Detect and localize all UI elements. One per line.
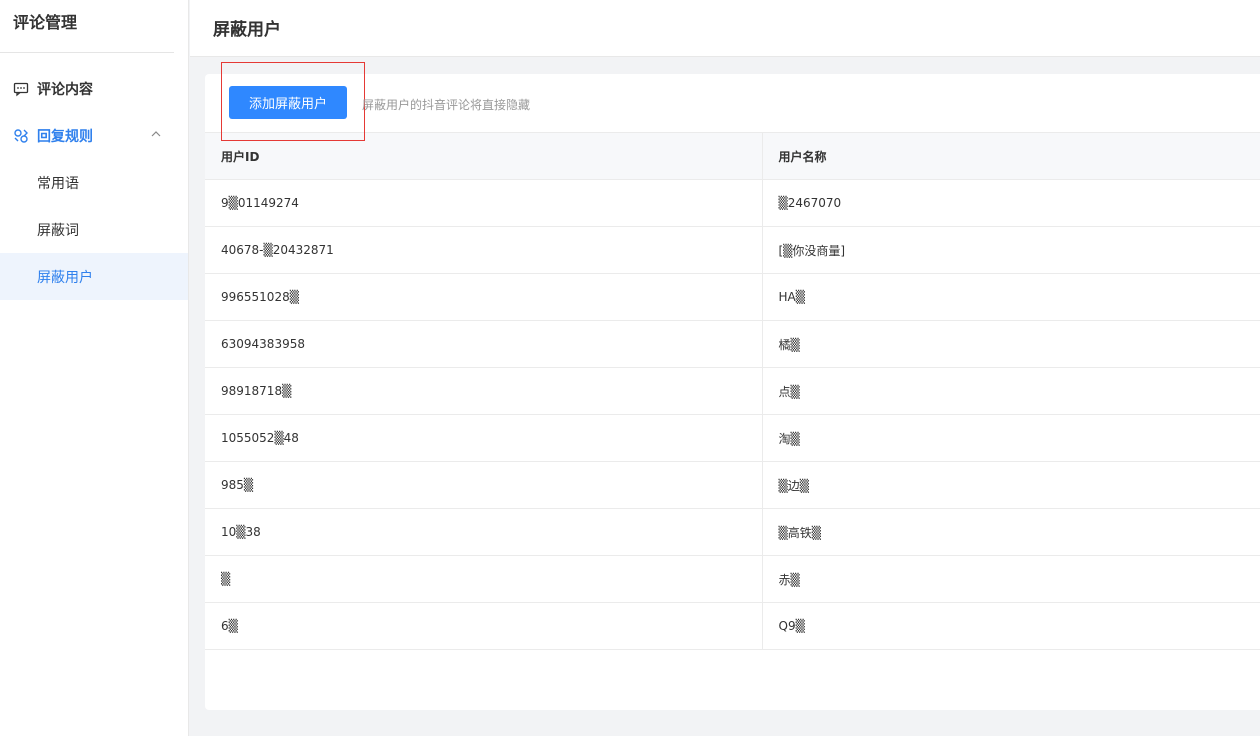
user-id-cell: 63094383958 (205, 320, 763, 368)
table-row: 9▒01149274 ▒2467070 (205, 179, 1260, 227)
table-header-row: 用户ID 用户名称 (205, 132, 1260, 180)
sidebar-menu: 评论内容 回复规则 常用语 屏蔽词 屏蔽用户 (0, 65, 188, 300)
table-row: 63094383958 橘▒ (205, 320, 1260, 368)
sidebar-item-label: 常用语 (37, 175, 79, 192)
user-id-cell: 996551028▒ (205, 273, 763, 321)
table-row: 40678-▒20432871 [▒你没商量] (205, 226, 1260, 274)
user-name-cell: ▒高铁▒ (762, 508, 1260, 556)
content-card: 添加屏蔽用户 屏蔽用户的抖音评论将直接隐藏 用户ID 用户名称 9▒011492… (205, 62, 1260, 710)
table-row: 10▒38 ▒高铁▒ (205, 508, 1260, 556)
user-name-cell: HA▒ (762, 273, 1260, 321)
page-header: 屏蔽用户 (190, 0, 1260, 57)
column-header-user-id: 用户ID (205, 132, 763, 180)
user-id-cell: 985▒ (205, 461, 763, 509)
toolbar: 添加屏蔽用户 屏蔽用户的抖音评论将直接隐藏 (205, 62, 1260, 141)
table-row: 996551028▒ HA▒ (205, 273, 1260, 321)
user-name-cell: Q9▒ (762, 602, 1260, 650)
sidebar-item-label: 回复规则 (37, 128, 93, 145)
user-id-cell: 6▒ (205, 602, 763, 650)
add-blocked-user-button[interactable]: 添加屏蔽用户 (229, 86, 347, 119)
sidebar-item-blocked-users[interactable]: 屏蔽用户 (0, 253, 188, 300)
user-name-cell: 赤▒ (762, 555, 1260, 603)
user-name-cell: ▒边▒ (762, 461, 1260, 509)
sidebar-item-label: 评论内容 (37, 81, 93, 98)
page-title: 屏蔽用户 (213, 20, 281, 40)
table-row: 98918718▒ 点▒ (205, 367, 1260, 415)
sidebar-item-comment-content[interactable]: 评论内容 (0, 65, 188, 112)
sidebar-title: 评论管理 (0, 0, 174, 53)
user-name-cell: [▒你没商量] (762, 226, 1260, 274)
sidebar: 评论管理 评论内容 回复规则 常用语 屏蔽词 屏蔽用户 (0, 0, 189, 736)
user-id-cell: ▒ (205, 555, 763, 603)
table-row: 985▒ ▒边▒ (205, 461, 1260, 509)
hint-text: 屏蔽用户的抖音评论将直接隐藏 (362, 98, 531, 112)
user-name-cell: 淘▒ (762, 414, 1260, 462)
sidebar-item-common-phrases[interactable]: 常用语 (0, 159, 188, 206)
blocked-users-table: 用户ID 用户名称 9▒01149274 ▒2467070 40678-▒204… (205, 132, 1260, 650)
sidebar-item-blocked-words[interactable]: 屏蔽词 (0, 206, 188, 253)
user-id-cell: 9▒01149274 (205, 179, 763, 227)
rules-icon (13, 128, 29, 144)
sidebar-item-label: 屏蔽词 (37, 222, 79, 239)
user-name-cell: 点▒ (762, 367, 1260, 415)
table-row: 1055052▒48 淘▒ (205, 414, 1260, 462)
user-name-cell: 橘▒ (762, 320, 1260, 368)
user-id-cell: 98918718▒ (205, 367, 763, 415)
sidebar-item-reply-rules[interactable]: 回复规则 (0, 112, 188, 159)
sidebar-item-label: 屏蔽用户 (37, 269, 93, 286)
chevron-up-icon[interactable] (150, 128, 162, 140)
user-id-cell: 40678-▒20432871 (205, 226, 763, 274)
column-header-user-name: 用户名称 (762, 132, 1260, 180)
comment-icon (13, 81, 29, 97)
user-id-cell: 1055052▒48 (205, 414, 763, 462)
table-row: ▒ 赤▒ (205, 555, 1260, 603)
user-name-cell: ▒2467070 (762, 179, 1260, 227)
table-row: 6▒ Q9▒ (205, 602, 1260, 650)
user-id-cell: 10▒38 (205, 508, 763, 556)
